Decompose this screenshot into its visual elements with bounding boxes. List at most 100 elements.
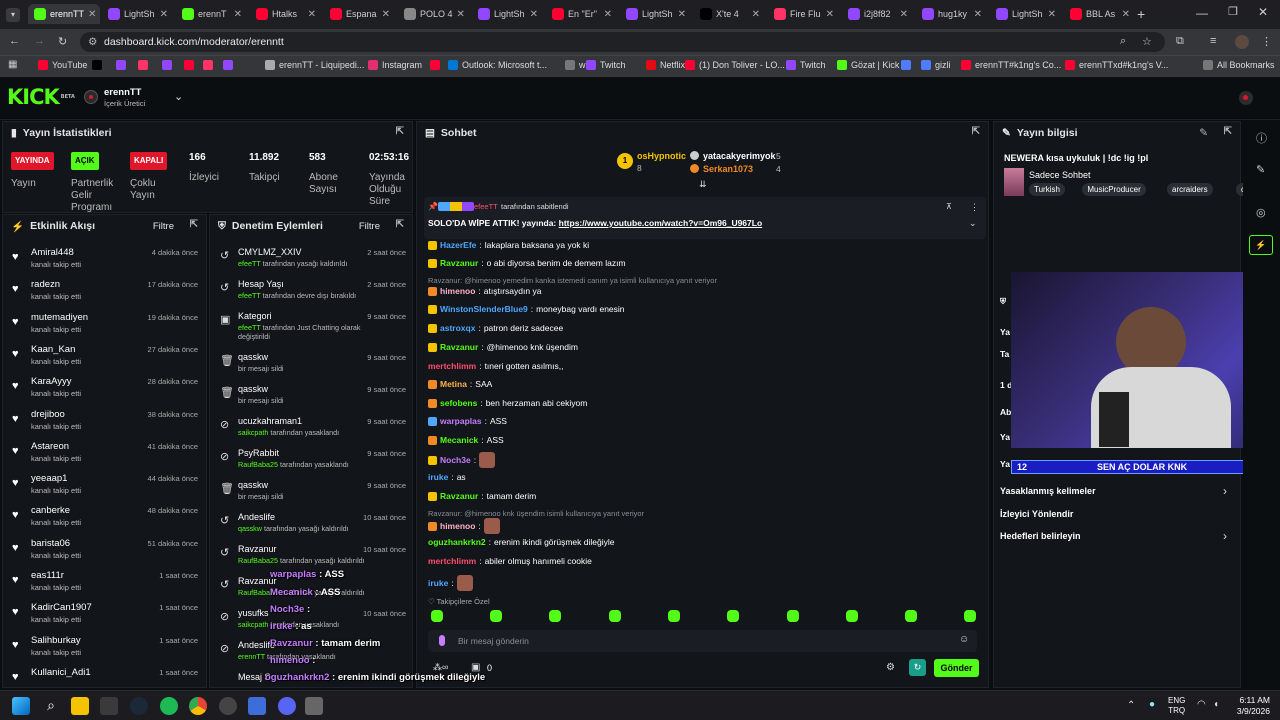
chat-username[interactable]: HazerEfe <box>440 240 476 250</box>
setting-label[interactable]: Ab <box>1000 407 1011 417</box>
chat-username[interactable]: Noch3e <box>440 455 471 465</box>
activity-item[interactable]: ♥ Kaan_Kan kanalı takip etti 27 dakika önce <box>8 342 200 374</box>
stream-tag[interactable]: arcraiders <box>1167 183 1213 196</box>
mic-icon[interactable] <box>439 635 445 646</box>
zoom-icon[interactable]: ⌕ <box>1120 35 1126 48</box>
activity-username[interactable]: drejiboo <box>31 409 65 420</box>
stream-setting-item[interactable]: Hedefleri belirleyin <box>1000 531 1081 541</box>
bookmark-item[interactable]: Instagram <box>368 60 422 70</box>
popout-icon[interactable]: ⇱ <box>396 126 404 137</box>
chat-message[interactable]: Noch3e: <box>428 452 496 468</box>
popout-icon[interactable]: ⇱ <box>190 219 198 230</box>
chat-username[interactable]: Metina <box>440 379 467 389</box>
chat-message[interactable]: himenoo: atıştırsaydın ya <box>428 286 541 296</box>
chat-message[interactable]: Ravzanur: @himenoo knk üşendim <box>428 342 578 352</box>
tab-close-icon[interactable]: ✕ <box>604 9 618 20</box>
send-button[interactable]: Gönder <box>934 659 979 677</box>
tab-close-icon[interactable]: ✕ <box>974 9 988 20</box>
app-icon[interactable] <box>305 697 323 715</box>
mod-action-target[interactable]: Hesap Yaşı <box>238 279 284 289</box>
pinned-menu-icon[interactable]: ⋮ <box>970 202 979 213</box>
bookmark-item[interactable]: Netflix <box>646 60 685 70</box>
mod-action-item[interactable]: 🗑 qasskw bir mesajı sildi 9 saat önce <box>216 350 408 382</box>
activity-username[interactable]: mutemadiyen <box>31 312 88 323</box>
quick-emote-button[interactable] <box>787 610 799 622</box>
language-indicator[interactable]: ENG TRQ <box>1168 696 1185 716</box>
browser-tab[interactable]: LightSh ✕ <box>620 4 692 24</box>
stream-tag[interactable]: Turkish <box>1029 183 1065 196</box>
category-thumbnail[interactable] <box>1004 168 1024 196</box>
top-chatter-3-name[interactable]: Serkan1073 <box>703 164 753 174</box>
browser-tab[interactable]: LightSh ✕ <box>472 4 544 24</box>
browser-tab[interactable]: erennT ✕ <box>176 4 248 24</box>
mod-filter-button[interactable]: Filtre <box>359 221 380 232</box>
mod-action-item[interactable]: ↺ CMYLMZ_XXIV efeeTT tarafından yasağı kal… <box>216 245 408 277</box>
edit-icon[interactable]: ✎ <box>1256 163 1265 176</box>
setting-label[interactable]: Ya <box>1000 327 1010 337</box>
tray-chevron-icon[interactable]: ⌃ <box>1127 700 1135 711</box>
back-icon[interactable]: ← <box>9 35 20 47</box>
mod-actor[interactable]: RaufBaba25 <box>238 460 278 469</box>
chat-message[interactable]: astroxqx: patron deriz sadecee <box>428 323 563 333</box>
activity-item[interactable]: ♥ eas111r kanalı takip etti 1 saat önce <box>8 568 200 600</box>
mod-action-item[interactable]: 🗑 qasskw bir mesajı sildi 9 saat önce <box>216 382 408 414</box>
tab-close-icon[interactable]: ✕ <box>88 9 100 20</box>
browser-tab[interactable]: Htalks ✕ <box>250 4 322 24</box>
activity-item[interactable]: ♥ KaraAyyy kanalı takip etti 28 dakika önce <box>8 374 200 406</box>
popout-icon[interactable]: ⇱ <box>396 219 404 230</box>
camera-icon[interactable]: ◎ <box>1256 206 1266 219</box>
bookmark-item[interactable]: Outlook: Microsoft t... <box>448 60 547 70</box>
quick-emote-button[interactable] <box>549 610 561 622</box>
browser-menu-icon[interactable]: ⋮ <box>1261 35 1272 48</box>
quick-emote-button[interactable] <box>727 610 739 622</box>
quick-emote-button[interactable] <box>846 610 858 622</box>
chat-username[interactable]: himenoo <box>440 286 475 296</box>
browser-tab[interactable]: i2j8f82 ✕ <box>842 4 914 24</box>
clock[interactable]: 6:11 AM 3/9/2026 <box>1232 695 1270 717</box>
pinned-link[interactable]: https://www.youtube.com/watch?v=Om96_U96… <box>559 218 763 228</box>
chat-message[interactable]: sefobens: ben herzaman abi cekiyom <box>428 398 587 408</box>
top-chatter-2-name[interactable]: yatacakyerimyok <box>703 151 776 161</box>
bookmark-item[interactable] <box>138 60 152 70</box>
search-icon[interactable]: ⌕ <box>42 697 60 715</box>
close-window-button[interactable]: ✕ <box>1258 5 1268 19</box>
activity-item[interactable]: ♥ drejiboo kanalı takip etti 38 dakika önce <box>8 407 200 439</box>
activity-filter-button[interactable]: Filtre <box>153 221 174 232</box>
quick-emote-button[interactable] <box>964 610 976 622</box>
mod-actor[interactable]: efeeTT <box>238 323 261 332</box>
mod-actor[interactable]: efeeTT <box>238 259 261 268</box>
popout-icon[interactable]: ⇱ <box>1224 126 1232 137</box>
stream-setting-item[interactable]: İzleyici Yönlendir <box>1000 509 1073 519</box>
activity-item[interactable]: ♥ yeeaap1 kanalı takip etti 44 dakika önce <box>8 471 200 503</box>
activity-item[interactable]: ♥ KadirCan1907 kanalı takip etti 1 saat önc… <box>8 600 200 632</box>
mod-action-target[interactable]: Ravzanur <box>238 544 277 554</box>
mod-actor[interactable]: erennTT <box>238 652 265 661</box>
chat-username[interactable]: mertchlimm <box>428 556 476 566</box>
pinned-by-user[interactable]: efeeTT <box>474 202 498 211</box>
mod-action-target[interactable]: qasskw <box>238 352 268 362</box>
maximize-button[interactable]: ❐ <box>1228 5 1238 18</box>
tab-search-icon[interactable]: ▾ <box>6 8 20 22</box>
mod-actor[interactable]: efeeTT <box>238 291 261 300</box>
bookmark-item[interactable]: Twitch <box>586 60 626 70</box>
emote-menu-icon[interactable]: ↻ <box>909 659 926 676</box>
new-tab-button[interactable]: + <box>1137 6 1145 22</box>
mod-action-target[interactable]: Kategori <box>238 311 272 321</box>
mod-action-target[interactable]: ucuzkahraman1 <box>238 416 302 426</box>
channel-switch-chevron-icon[interactable]: ⌄ <box>174 90 183 103</box>
chat-username[interactable]: warpaplas <box>440 416 482 426</box>
extensions-icon[interactable]: ⧉ <box>1176 35 1184 48</box>
chat-message[interactable]: oguzhankrkn2: erenim ikindi görüşmek dile… <box>428 537 614 547</box>
quick-emote-button[interactable] <box>668 610 680 622</box>
tab-close-icon[interactable]: ✕ <box>900 9 914 20</box>
start-icon[interactable] <box>12 697 30 715</box>
chat-message[interactable]: WinstonSlenderBlue9: moneybag vardı enesi… <box>428 304 625 314</box>
stream-tag[interactable]: MusicProducer <box>1082 183 1146 196</box>
activity-item[interactable]: ♥ mutemadiyen kanalı takip etti 19 dakika ö… <box>8 310 200 342</box>
browser-tab[interactable]: BBL As ✕ <box>1064 4 1136 24</box>
bookmark-item[interactable]: (1) Don Toliver - LO... <box>685 60 785 70</box>
chat-message[interactable]: Ravzanur: o abi diyorsa benim de demem la… <box>428 258 626 268</box>
chat-message[interactable]: mertchlimm: tıneri gotten asılmıs,, <box>428 361 563 371</box>
tab-close-icon[interactable]: ✕ <box>752 9 766 20</box>
mod-action-target[interactable]: qasskw <box>238 480 268 490</box>
